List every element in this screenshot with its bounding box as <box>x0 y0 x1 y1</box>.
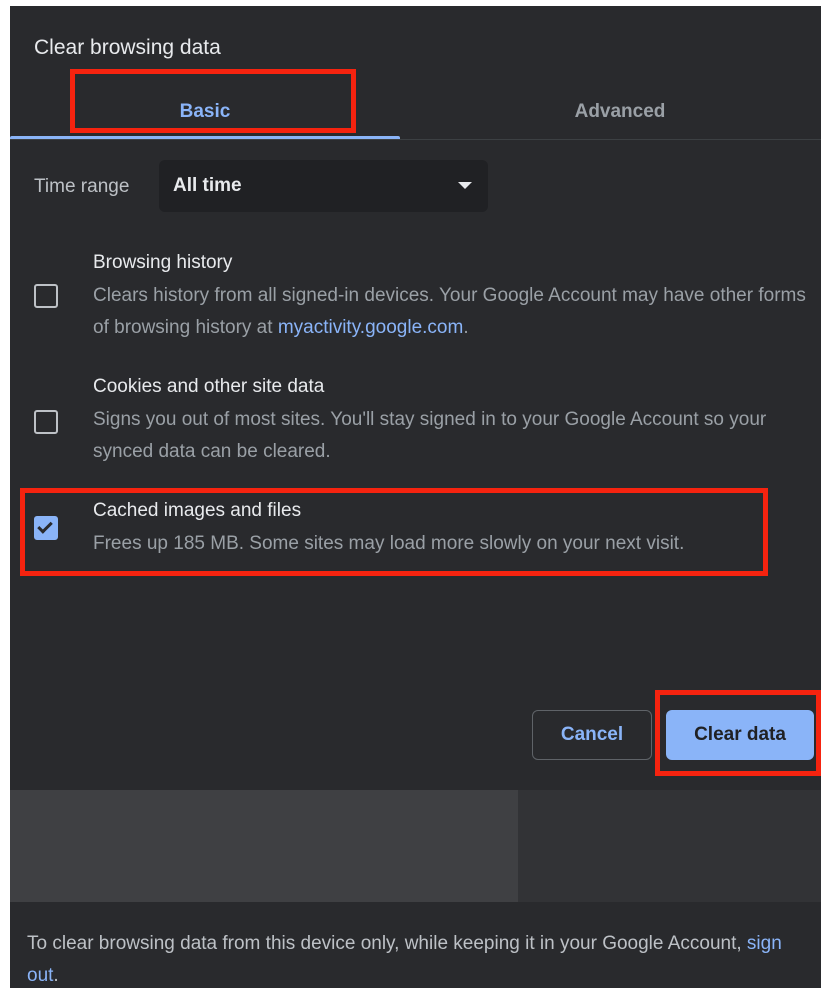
dropdown-arrow-icon <box>458 182 472 189</box>
tab-advanced[interactable]: Advanced <box>430 84 810 140</box>
browsing-history-title: Browsing history <box>93 252 233 273</box>
tab-bar: Basic Advanced <box>10 84 821 140</box>
tab-basic[interactable]: Basic <box>10 84 400 140</box>
time-range-label: Time range <box>34 176 130 197</box>
footer-end: . <box>53 965 59 986</box>
myactivity-link[interactable]: myactivity.google.com <box>278 317 464 338</box>
dialog-title: Clear browsing data <box>34 36 221 59</box>
browsing-history-description: Clears history from all signed-in device… <box>93 280 808 344</box>
clear-browsing-data-dialog: Clear browsing data Basic Advanced Time … <box>10 6 821 988</box>
clear-data-button[interactable]: Clear data <box>666 710 814 760</box>
footer-block <box>10 790 518 902</box>
cached-images-title: Cached images and files <box>93 500 302 521</box>
cookies-checkbox[interactable] <box>34 410 58 434</box>
time-range-value: All time <box>173 175 242 196</box>
browsing-history-desc-end: . <box>463 317 469 338</box>
cached-images-description: Frees up 185 MB. Some sites may load mor… <box>93 533 685 554</box>
checkmark-icon <box>37 518 53 534</box>
footer-message: To clear browsing data from this device … <box>27 928 807 988</box>
cookies-description: Signs you out of most sites. You'll stay… <box>93 409 767 462</box>
cancel-button[interactable]: Cancel <box>532 710 652 760</box>
footer-panel <box>10 790 821 902</box>
footer-text: To clear browsing data from this device … <box>27 933 747 954</box>
browsing-history-checkbox[interactable] <box>34 284 58 308</box>
time-range-select[interactable]: All time <box>159 160 488 212</box>
cached-images-checkbox[interactable] <box>34 516 58 540</box>
cookies-title: Cookies and other site data <box>93 376 325 397</box>
tab-selected-indicator <box>10 136 400 139</box>
